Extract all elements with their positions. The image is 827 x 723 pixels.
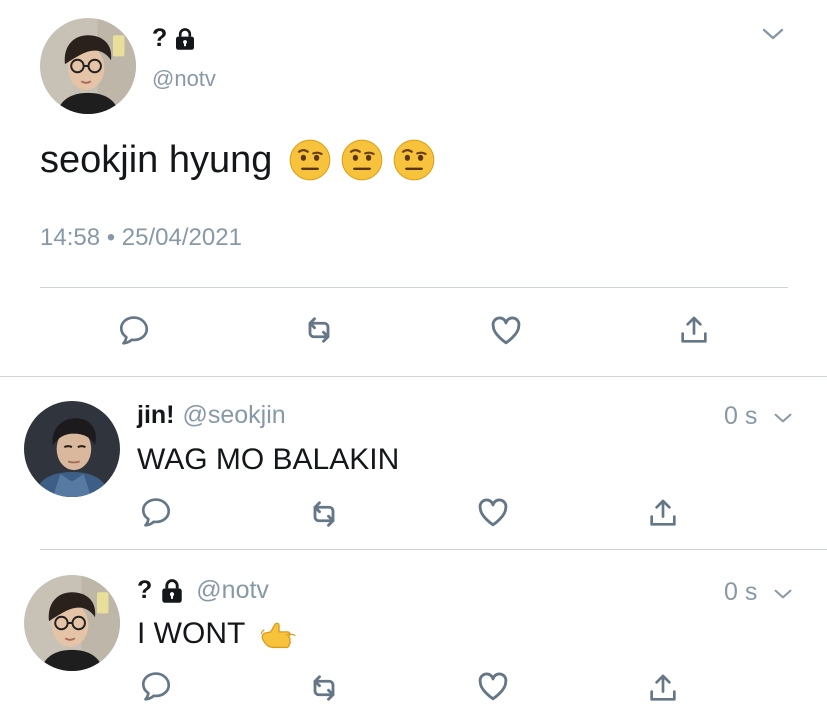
raised-eyebrow-emoji-icon [288,138,332,182]
call-me-hand-emoji-icon [257,613,299,655]
reply-icon[interactable] [116,312,152,348]
retweet-icon[interactable] [306,670,342,706]
reply-icon[interactable] [138,668,174,704]
raised-eyebrow-emoji-icon [340,138,384,182]
like-icon[interactable] [488,312,524,348]
retweet-icon[interactable] [301,312,337,348]
reply-author-row[interactable]: ? @notv [137,576,269,605]
chevron-down-icon[interactable] [768,584,798,604]
main-handle[interactable]: @notv [152,66,216,92]
main-tweet-text: seokjin hyung [40,136,436,184]
chevron-down-icon[interactable] [756,22,790,46]
share-icon[interactable] [645,670,681,706]
lock-icon [173,27,197,51]
reply-time: 0 s [724,578,758,606]
reply-handle: @notv [196,576,269,604]
reply-time: 0 s [724,402,758,430]
reply-avatar-notv[interactable] [24,575,120,671]
reply-icon[interactable] [138,494,174,530]
reply-text: WAG MO BALAKIN [137,443,400,476]
reply-author-row[interactable]: jin! @seokjin [137,401,286,430]
main-avatar[interactable] [40,18,136,114]
like-icon[interactable] [475,494,511,530]
reply-avatar-jin[interactable] [24,401,120,497]
reply-text: I WONT [137,617,246,650]
like-icon[interactable] [475,668,511,704]
section-divider [0,376,827,377]
main-timestamp[interactable]: 14:58 • 25/04/2021 [40,224,242,252]
divider [40,287,788,288]
retweet-icon[interactable] [306,496,342,532]
reply-display-name: jin! [137,401,175,429]
divider [40,549,827,550]
main-tweet-text-content: seokjin hyung [40,138,273,181]
reply-text-row: I WONT [137,612,299,656]
share-icon[interactable] [645,495,681,531]
main-author-name-row[interactable]: ? [152,24,197,53]
share-icon[interactable] [676,312,712,348]
reply-display-name: ? [137,576,153,604]
reply-handle: @seokjin [182,401,286,429]
lock-icon [159,578,185,604]
main-display-name: ? [152,24,168,52]
raised-eyebrow-emoji-icon [392,138,436,182]
chevron-down-icon[interactable] [768,408,798,428]
